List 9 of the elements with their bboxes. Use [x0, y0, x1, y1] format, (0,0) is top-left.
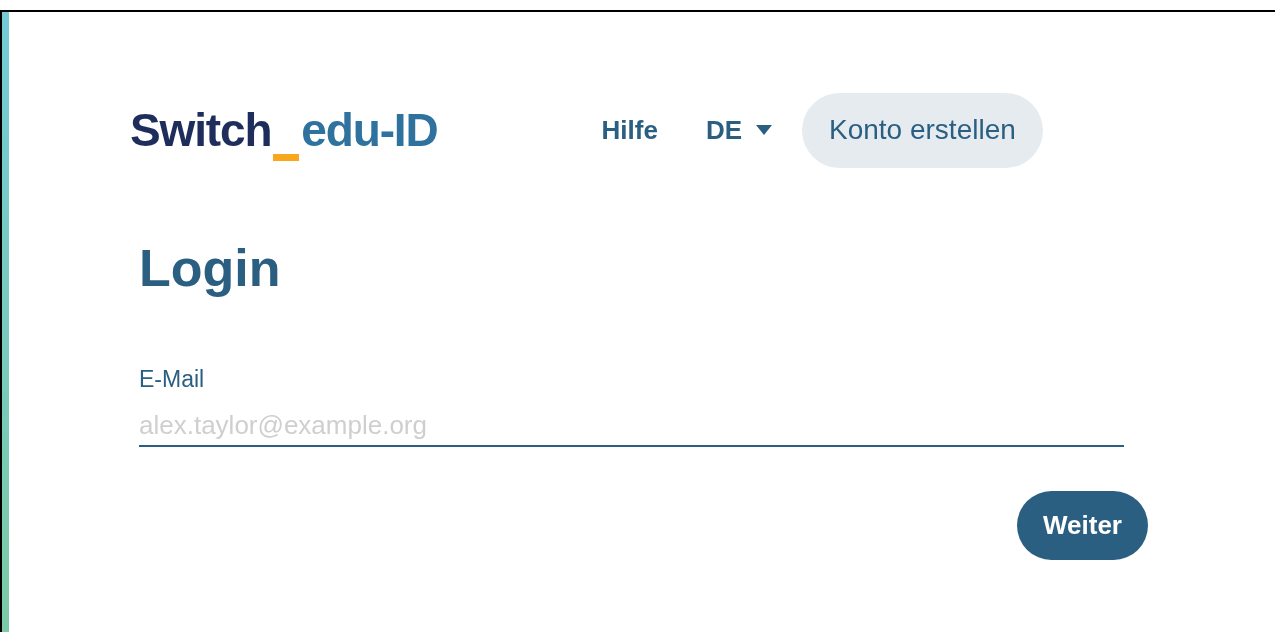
- logo-text: edu-ID: [301, 107, 438, 153]
- logo-text: Switch: [130, 107, 272, 153]
- language-dropdown[interactable]: DE: [705, 110, 772, 150]
- underscore-icon: [273, 154, 300, 161]
- help-link[interactable]: Hilfe: [601, 110, 658, 150]
- field-label: E-Mail: [139, 368, 205, 391]
- create-account-button[interactable]: Konto erstellen: [802, 92, 1043, 168]
- caret-icon: [756, 125, 772, 135]
- continue-button[interactable]: Weiter: [1017, 491, 1148, 560]
